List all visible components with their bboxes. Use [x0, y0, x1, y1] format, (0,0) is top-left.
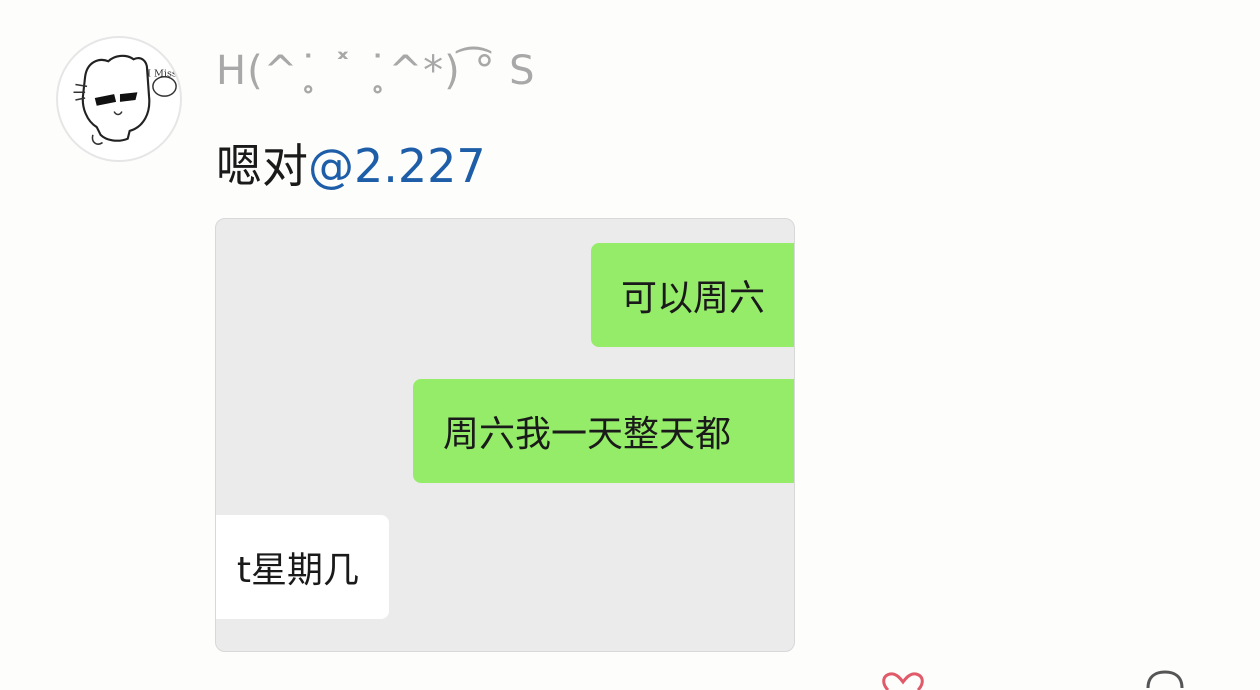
comment-text: 嗯对@2.227 — [216, 130, 486, 196]
avatar-cat-icon: I Miss — [73, 54, 177, 145]
attached-screenshot[interactable]: 可以周六 周六我一天整天都 t星期几 — [215, 218, 795, 652]
chat-bubble-sent: 可以周六 — [591, 243, 794, 347]
comment-body: 嗯对 — [216, 139, 308, 193]
bubble-text: 周六我一天整天都 — [443, 414, 732, 455]
bubble-text: t星期几 — [236, 550, 359, 591]
chat-bubble-received: t星期几 — [216, 515, 389, 619]
avatar[interactable]: I Miss — [56, 36, 182, 162]
heart-icon[interactable] — [880, 670, 926, 690]
mention-link[interactable]: @2.227 — [308, 139, 486, 193]
comment-icon[interactable] — [1142, 668, 1188, 688]
bubble-text: 可以周六 — [621, 278, 766, 319]
avatar-letter: I Miss — [147, 69, 177, 80]
author-name[interactable]: H(^˙̥ ˟ ˙̥^*) ͡° S — [216, 48, 536, 94]
chat-bubble-sent: 周六我一天整天都 — [413, 379, 794, 483]
